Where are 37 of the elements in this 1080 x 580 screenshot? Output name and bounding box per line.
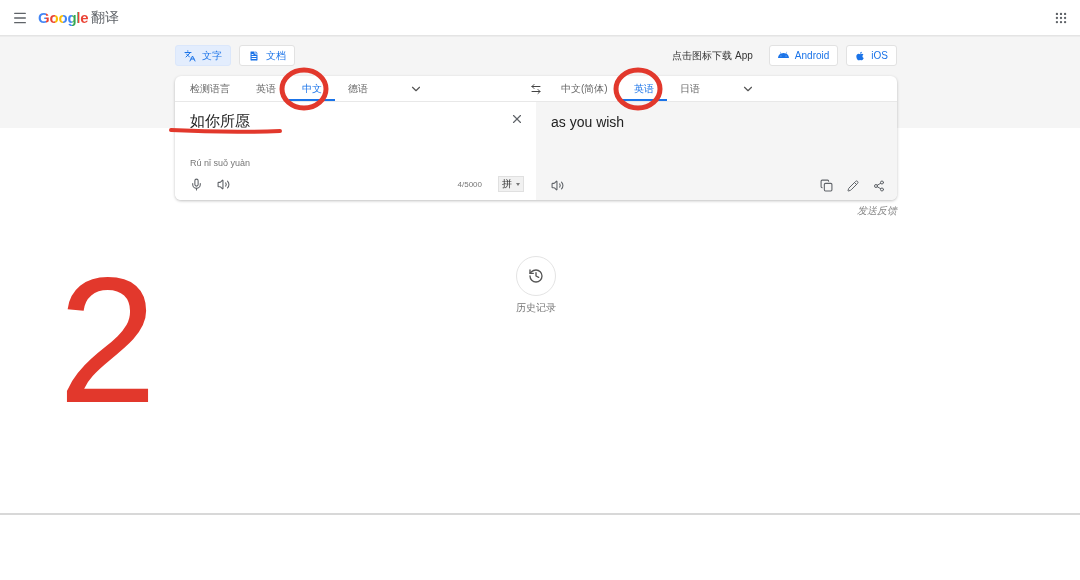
annotation-circle xyxy=(612,66,664,112)
app-download-button[interactable]: Android xyxy=(768,45,839,66)
language-tab[interactable]: 中文(简体) xyxy=(548,76,621,101)
language-tab[interactable]: 德语 xyxy=(335,76,381,101)
history-button[interactable] xyxy=(516,256,556,296)
app-download-button[interactable]: iOS xyxy=(846,45,897,66)
swap-arrows-icon xyxy=(530,82,542,95)
language-tab[interactable]: 英语 xyxy=(243,76,289,101)
logo-text: Google xyxy=(38,9,89,26)
speaker-button[interactable] xyxy=(551,179,564,192)
pencil-button[interactable] xyxy=(847,179,859,192)
history-label: 历史记录 xyxy=(516,301,556,315)
app-download-prompt: 点击图标下载 App xyxy=(672,48,753,63)
input-method-button[interactable]: 拼 xyxy=(498,176,524,192)
product-name: 翻译 xyxy=(91,8,120,27)
android-robot-icon xyxy=(777,50,789,61)
source-text[interactable]: 如你所愿 xyxy=(190,112,250,131)
speaker-button[interactable] xyxy=(217,177,230,191)
translate-icon xyxy=(184,49,196,62)
romanization-text: Rú nǐ suǒ yuàn xyxy=(190,158,252,168)
apps-grid-button[interactable] xyxy=(1054,10,1068,25)
mode-button[interactable]: 文档 xyxy=(239,45,295,66)
character-count: 4/5000 xyxy=(457,179,482,189)
history-icon xyxy=(528,268,544,284)
feedback-link[interactable]: 发送反馈 xyxy=(857,204,897,218)
mode-button[interactable]: 文字 xyxy=(175,45,231,66)
translation-text: as you wish xyxy=(551,114,626,130)
annotation-circle xyxy=(278,66,330,112)
document-icon xyxy=(248,49,260,62)
language-tab[interactable]: 日语 xyxy=(666,76,713,101)
close-button[interactable] xyxy=(510,112,524,126)
annotation-number: 2 xyxy=(58,252,157,430)
language-tab[interactable]: 检测语言 xyxy=(177,76,243,101)
microphone-button[interactable] xyxy=(190,177,203,191)
apple-icon xyxy=(855,50,866,61)
share-button[interactable] xyxy=(873,179,885,192)
copy-button[interactable] xyxy=(820,179,833,192)
